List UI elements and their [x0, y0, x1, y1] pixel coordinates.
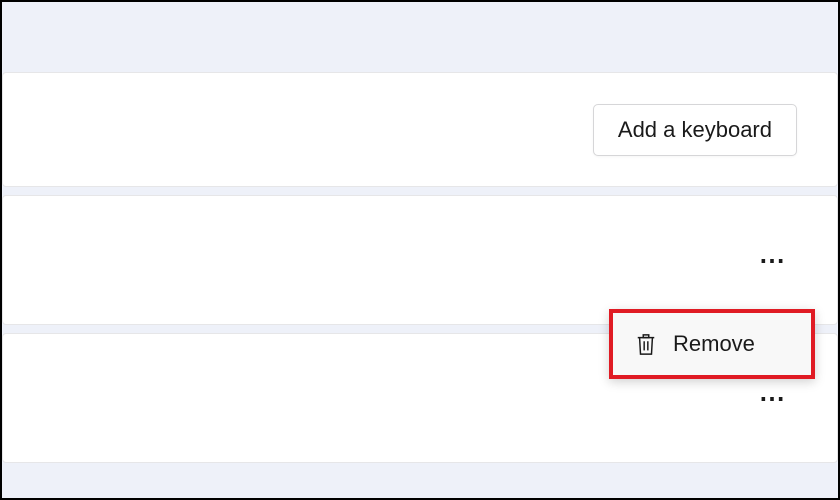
remove-menu-item-label: Remove [673, 331, 755, 357]
installed-keyboards-header-row: Add a keyboard [2, 72, 838, 187]
more-horizontal-icon: ⋯ [759, 245, 787, 275]
top-spacer [2, 2, 838, 72]
keyboard-context-menu: Remove [609, 309, 815, 379]
keyboard-row: ⋯ [2, 195, 838, 325]
remove-menu-item[interactable]: Remove [613, 321, 811, 367]
add-keyboard-button[interactable]: Add a keyboard [593, 104, 797, 156]
more-options-button[interactable]: ⋯ [749, 239, 797, 281]
trash-icon [635, 332, 657, 356]
more-options-button[interactable]: ⋯ [749, 377, 797, 419]
more-horizontal-icon: ⋯ [759, 383, 787, 413]
